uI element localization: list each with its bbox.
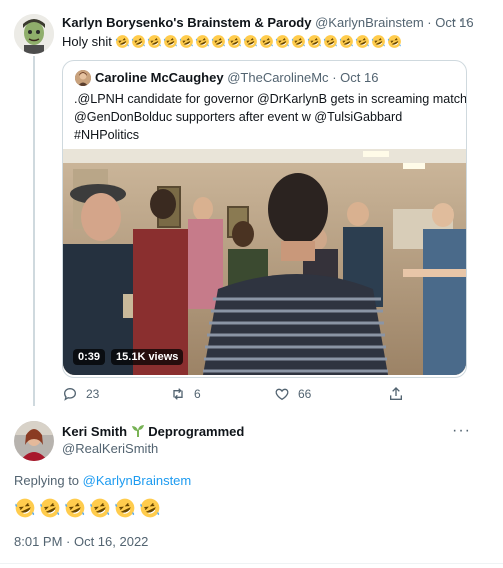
like-count: 66 xyxy=(298,387,312,401)
person-photo-icon xyxy=(75,70,91,86)
quote-header: Caroline McCaughey @TheCarolineMc · Oct … xyxy=(95,70,455,85)
more-options-icon[interactable]: ··· xyxy=(452,13,471,29)
rofl-emoji-icon xyxy=(115,498,135,518)
quote-line-3: #NHPolitics xyxy=(74,128,140,142)
thread-connector-line xyxy=(33,56,35,406)
reply-author-avatar[interactable] xyxy=(14,421,54,461)
author-handle[interactable]: @KarlynBrainstem xyxy=(315,15,424,30)
quote-date: Oct 16 xyxy=(340,70,379,85)
retweet-icon xyxy=(173,388,183,400)
rofl-emoji-icon xyxy=(276,35,290,48)
quote-text: .@LPNH candidate for governor @DrKarlynB… xyxy=(74,90,467,144)
replying-to-prefix: Replying to xyxy=(14,473,80,488)
replying-to-line: Replying to @KarlynBrainstem xyxy=(14,473,191,488)
rofl-emoji-icon xyxy=(164,35,178,48)
dot-separator: · xyxy=(427,15,432,30)
reply-emoji-row xyxy=(14,497,164,521)
rofl-emoji-icon xyxy=(308,35,322,48)
author-avatar[interactable] xyxy=(14,14,54,54)
reply-more-options-icon[interactable]: ··· xyxy=(452,423,471,439)
author-name[interactable]: Karlyn Borysenko's Brainstem & Parody xyxy=(62,15,311,30)
quote-dot-separator: · xyxy=(332,70,337,85)
rofl-emoji-icon xyxy=(132,35,146,48)
rofl-emoji-icon xyxy=(116,35,130,48)
bottom-divider xyxy=(0,563,503,564)
retweet-count: 6 xyxy=(194,387,201,401)
share-button[interactable] xyxy=(388,386,404,402)
reply-icon xyxy=(63,387,77,401)
tweet-header: Karlyn Borysenko's Brainstem & Parody @K… xyxy=(62,15,474,33)
tweet-text-body: Holy shit xyxy=(62,34,112,49)
video-duration: 0:39 xyxy=(73,349,106,365)
rofl-emoji-icon xyxy=(244,35,258,48)
person-photo-icon xyxy=(14,421,54,461)
rofl-emoji-icon xyxy=(324,35,338,48)
quote-author-avatar xyxy=(75,70,91,86)
like-button[interactable]: 66 xyxy=(274,386,311,402)
tweet-text: Holy shit xyxy=(62,34,482,52)
emoji-row xyxy=(115,34,403,49)
rofl-emoji-icon xyxy=(148,35,162,48)
like-icon xyxy=(275,388,289,401)
reply-button[interactable]: 23 xyxy=(62,386,99,402)
rofl-emoji-icon xyxy=(15,498,35,518)
replying-to-handle-link[interactable]: @KarlynBrainstem xyxy=(83,473,192,488)
video-thumbnail-image xyxy=(63,149,466,375)
quote-author-name: Caroline McCaughey xyxy=(95,70,224,85)
quote-line-1: .@LPNH candidate for governor @DrKarlynB… xyxy=(74,92,467,106)
tweet-action-bar: 23 6 66 xyxy=(62,386,462,404)
quoted-tweet-card[interactable]: Caroline McCaughey @TheCarolineMc · Oct … xyxy=(62,60,467,378)
rofl-emoji-icon xyxy=(196,35,210,48)
rofl-emoji-icon xyxy=(65,498,85,518)
video-player[interactable]: 0:39 15.1K views xyxy=(63,149,466,375)
rofl-emoji-icon xyxy=(260,35,274,48)
seedling-icon xyxy=(131,425,144,437)
zombie-face-icon xyxy=(14,14,54,54)
reply-timestamp[interactable]: 8:01 PM · Oct 16, 2022 xyxy=(14,534,148,549)
rofl-emoji-icon xyxy=(140,498,160,518)
reply-author-handle[interactable]: @RealKeriSmith xyxy=(62,441,158,456)
rofl-emoji-icon xyxy=(340,35,354,48)
video-meta-badges: 0:39 15.1K views xyxy=(73,349,184,365)
rofl-emoji-icon xyxy=(292,35,306,48)
quote-line-2: @GenDonBolduc supporters after event w @… xyxy=(74,110,403,124)
share-icon xyxy=(390,387,402,400)
rofl-emoji-icon xyxy=(40,498,60,518)
rofl-emoji-icon xyxy=(180,35,194,48)
quote-author-handle: @TheCarolineMc xyxy=(227,70,329,85)
reply-count: 23 xyxy=(86,387,100,401)
retweet-button[interactable]: 6 xyxy=(170,386,201,402)
rofl-emoji-icon xyxy=(388,35,402,48)
reply-header: Keri Smith Deprogrammed xyxy=(62,424,442,439)
reply-author-name[interactable]: Keri Smith xyxy=(62,424,127,439)
rofl-emoji-icon xyxy=(212,35,226,48)
rofl-emoji-icon xyxy=(372,35,386,48)
reply-name-suffix: Deprogrammed xyxy=(148,424,245,439)
rofl-emoji-icon xyxy=(90,498,110,518)
rofl-emoji-icon xyxy=(356,35,370,48)
video-view-count: 15.1K views xyxy=(111,349,184,365)
rofl-emoji-icon xyxy=(228,35,242,48)
